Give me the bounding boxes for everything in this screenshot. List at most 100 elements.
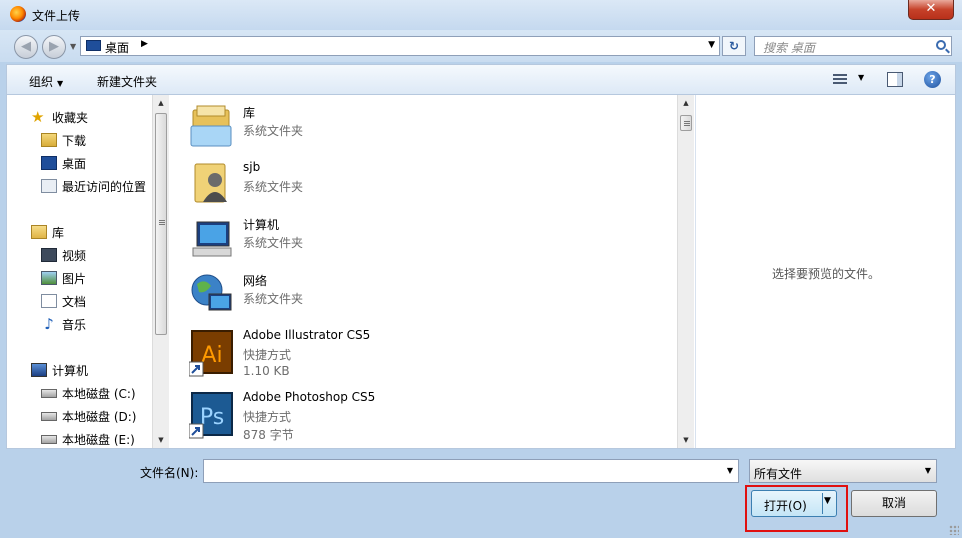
nav-item-drive-c[interactable]: 本地磁盘 (C:) bbox=[41, 383, 136, 403]
nav-item-desktop[interactable]: 桌面 bbox=[41, 153, 86, 173]
nav-item-documents[interactable]: 文档 bbox=[41, 291, 86, 311]
search-icon[interactable] bbox=[936, 40, 946, 50]
nav-item-label: 音乐 bbox=[62, 317, 87, 332]
address-location[interactable]: 桌面 bbox=[105, 39, 129, 56]
nav-item-downloads[interactable]: 下载 bbox=[41, 130, 86, 150]
file-type-select[interactable]: 所有文件 ▼ bbox=[749, 459, 937, 483]
address-bar[interactable]: 桌面 ▶ ▼ bbox=[80, 36, 720, 56]
filename-label: 文件名(N): bbox=[140, 466, 199, 480]
pictures-icon bbox=[41, 271, 57, 285]
drive-icon bbox=[41, 434, 57, 444]
downloads-icon bbox=[41, 133, 57, 147]
search-input[interactable]: 搜索 桌面 bbox=[754, 36, 952, 56]
forward-button[interactable]: ▶ bbox=[42, 35, 66, 59]
preview-pane: 选择要预览的文件。 bbox=[695, 95, 955, 448]
library-icon bbox=[31, 225, 47, 239]
library-icon bbox=[190, 105, 232, 147]
chevron-down-icon[interactable]: ▼ bbox=[925, 466, 931, 475]
help-icon[interactable]: ? bbox=[924, 71, 941, 88]
new-folder-button[interactable]: 新建文件夹 bbox=[97, 73, 157, 90]
nav-item-label: 最近访问的位置 bbox=[62, 179, 147, 194]
desktop-icon bbox=[86, 40, 101, 51]
preview-pane-toggle[interactable] bbox=[887, 72, 903, 87]
network-icon bbox=[191, 274, 232, 311]
address-row: ◀ ▶ ▼ 桌面 ▶ ▼ ↻ 搜索 桌面 bbox=[0, 30, 962, 62]
nav-item-recent-places[interactable]: 最近访问的位置 bbox=[41, 176, 146, 196]
scroll-thumb[interactable] bbox=[680, 115, 692, 131]
refresh-button[interactable]: ↻ bbox=[722, 36, 746, 56]
back-button[interactable]: ◀ bbox=[14, 35, 38, 59]
nav-libraries[interactable]: 库 bbox=[31, 222, 64, 242]
user-folder-icon bbox=[194, 163, 227, 203]
nav-scrollbar[interactable]: ▲ ▼ bbox=[152, 95, 169, 448]
window-title: 文件上传 bbox=[32, 9, 81, 23]
nav-item-pictures[interactable]: 图片 bbox=[41, 268, 86, 288]
nav-favorites-label: 收藏夹 bbox=[52, 110, 89, 125]
file-type-selected: 所有文件 bbox=[754, 467, 803, 481]
nav-item-label: 桌面 bbox=[62, 156, 87, 171]
view-dropdown-icon[interactable]: ▼ bbox=[858, 73, 864, 82]
scroll-down-icon[interactable]: ▼ bbox=[678, 432, 694, 448]
nav-favorites[interactable]: ★ 收藏夹 bbox=[31, 107, 88, 127]
drive-icon bbox=[41, 411, 57, 421]
computer-icon bbox=[192, 221, 232, 257]
nav-item-label: 本地磁盘 (D:) bbox=[62, 409, 137, 424]
nav-item-music[interactable]: ♪ 音乐 bbox=[41, 314, 86, 334]
breadcrumb-chevron-icon[interactable]: ▶ bbox=[141, 39, 148, 49]
computer-icon bbox=[31, 363, 47, 377]
list-item[interactable]: sjb 系统文件夹 bbox=[189, 160, 669, 212]
title-bar: 文件上传 ✕ bbox=[0, 0, 962, 30]
illustrator-icon: Ai bbox=[189, 330, 233, 377]
list-item[interactable]: 库 系统文件夹 bbox=[189, 104, 669, 156]
illustrator-icon-text: Ai bbox=[201, 343, 222, 368]
photoshop-icon: Ps bbox=[189, 392, 233, 439]
list-item[interactable]: Ai Adobe Illustrator CS5 快捷方式 1.10 KB bbox=[189, 328, 669, 386]
file-type: 系统文件夹 bbox=[243, 292, 304, 306]
chevron-down-icon: ▼ bbox=[57, 79, 64, 88]
command-toolbar: 组织 ▼ 新建文件夹 ▼ ? bbox=[6, 64, 956, 95]
filename-dropdown-icon[interactable]: ▼ bbox=[727, 466, 733, 475]
address-dropdown-icon[interactable]: ▼ bbox=[708, 40, 715, 50]
file-size: 878 字节 bbox=[243, 428, 294, 442]
system-drive-icon bbox=[41, 388, 57, 398]
list-item[interactable]: 网络 系统文件夹 bbox=[189, 272, 669, 324]
list-item[interactable]: Ps Adobe Photoshop CS5 快捷方式 878 字节 bbox=[189, 390, 669, 448]
nav-item-drive-d[interactable]: 本地磁盘 (D:) bbox=[41, 406, 136, 426]
nav-item-label: 文档 bbox=[62, 294, 87, 309]
scroll-down-icon[interactable]: ▼ bbox=[153, 432, 169, 448]
nav-item-label: 本地磁盘 (C:) bbox=[62, 386, 136, 401]
list-item[interactable]: 计算机 系统文件夹 bbox=[189, 216, 669, 268]
file-type: 快捷方式 bbox=[243, 410, 292, 424]
cancel-button[interactable]: 取消 bbox=[851, 490, 937, 517]
music-icon: ♪ bbox=[44, 315, 54, 333]
file-name: 计算机 bbox=[243, 218, 280, 232]
recent-places-icon bbox=[41, 179, 57, 193]
scroll-thumb[interactable] bbox=[155, 113, 167, 335]
desktop-icon bbox=[41, 156, 57, 170]
documents-icon bbox=[41, 294, 57, 308]
nav-item-label: 视频 bbox=[62, 248, 87, 263]
view-options-icon[interactable] bbox=[833, 72, 847, 86]
file-list-scrollbar[interactable]: ▲ ▼ bbox=[677, 95, 694, 448]
nav-item-label: 本地磁盘 (E:) bbox=[62, 432, 135, 447]
file-list: 库 系统文件夹 sjb 系统文件夹 计算机 系统文件夹 网络 系统文件夹 Ai … bbox=[187, 95, 677, 448]
scroll-up-icon[interactable]: ▲ bbox=[678, 95, 694, 111]
file-size: 1.10 KB bbox=[243, 364, 290, 378]
resize-grip[interactable] bbox=[949, 525, 959, 535]
nav-computer[interactable]: 计算机 bbox=[31, 360, 88, 380]
nav-item-videos[interactable]: 视频 bbox=[41, 245, 86, 265]
close-button[interactable]: ✕ bbox=[908, 0, 954, 20]
search-placeholder: 搜索 桌面 bbox=[763, 41, 815, 55]
file-type: 快捷方式 bbox=[243, 348, 292, 362]
scroll-up-icon[interactable]: ▲ bbox=[153, 95, 169, 111]
nav-computer-label: 计算机 bbox=[52, 363, 89, 378]
recent-locations-dropdown[interactable]: ▼ bbox=[70, 42, 76, 51]
nav-item-label: 图片 bbox=[62, 271, 87, 286]
nav-item-label: 下载 bbox=[62, 133, 87, 148]
file-name: 库 bbox=[243, 106, 256, 120]
organize-menu[interactable]: 组织 ▼ bbox=[29, 73, 63, 90]
nav-item-drive-e[interactable]: 本地磁盘 (E:) bbox=[41, 429, 135, 448]
file-type: 系统文件夹 bbox=[243, 124, 304, 138]
main-area: ★ 收藏夹 下载 桌面 最近访问的位置 库 视频 图片 文档 ♪ 音乐 计算机 bbox=[6, 95, 956, 449]
filename-input[interactable]: ▼ bbox=[203, 459, 739, 483]
